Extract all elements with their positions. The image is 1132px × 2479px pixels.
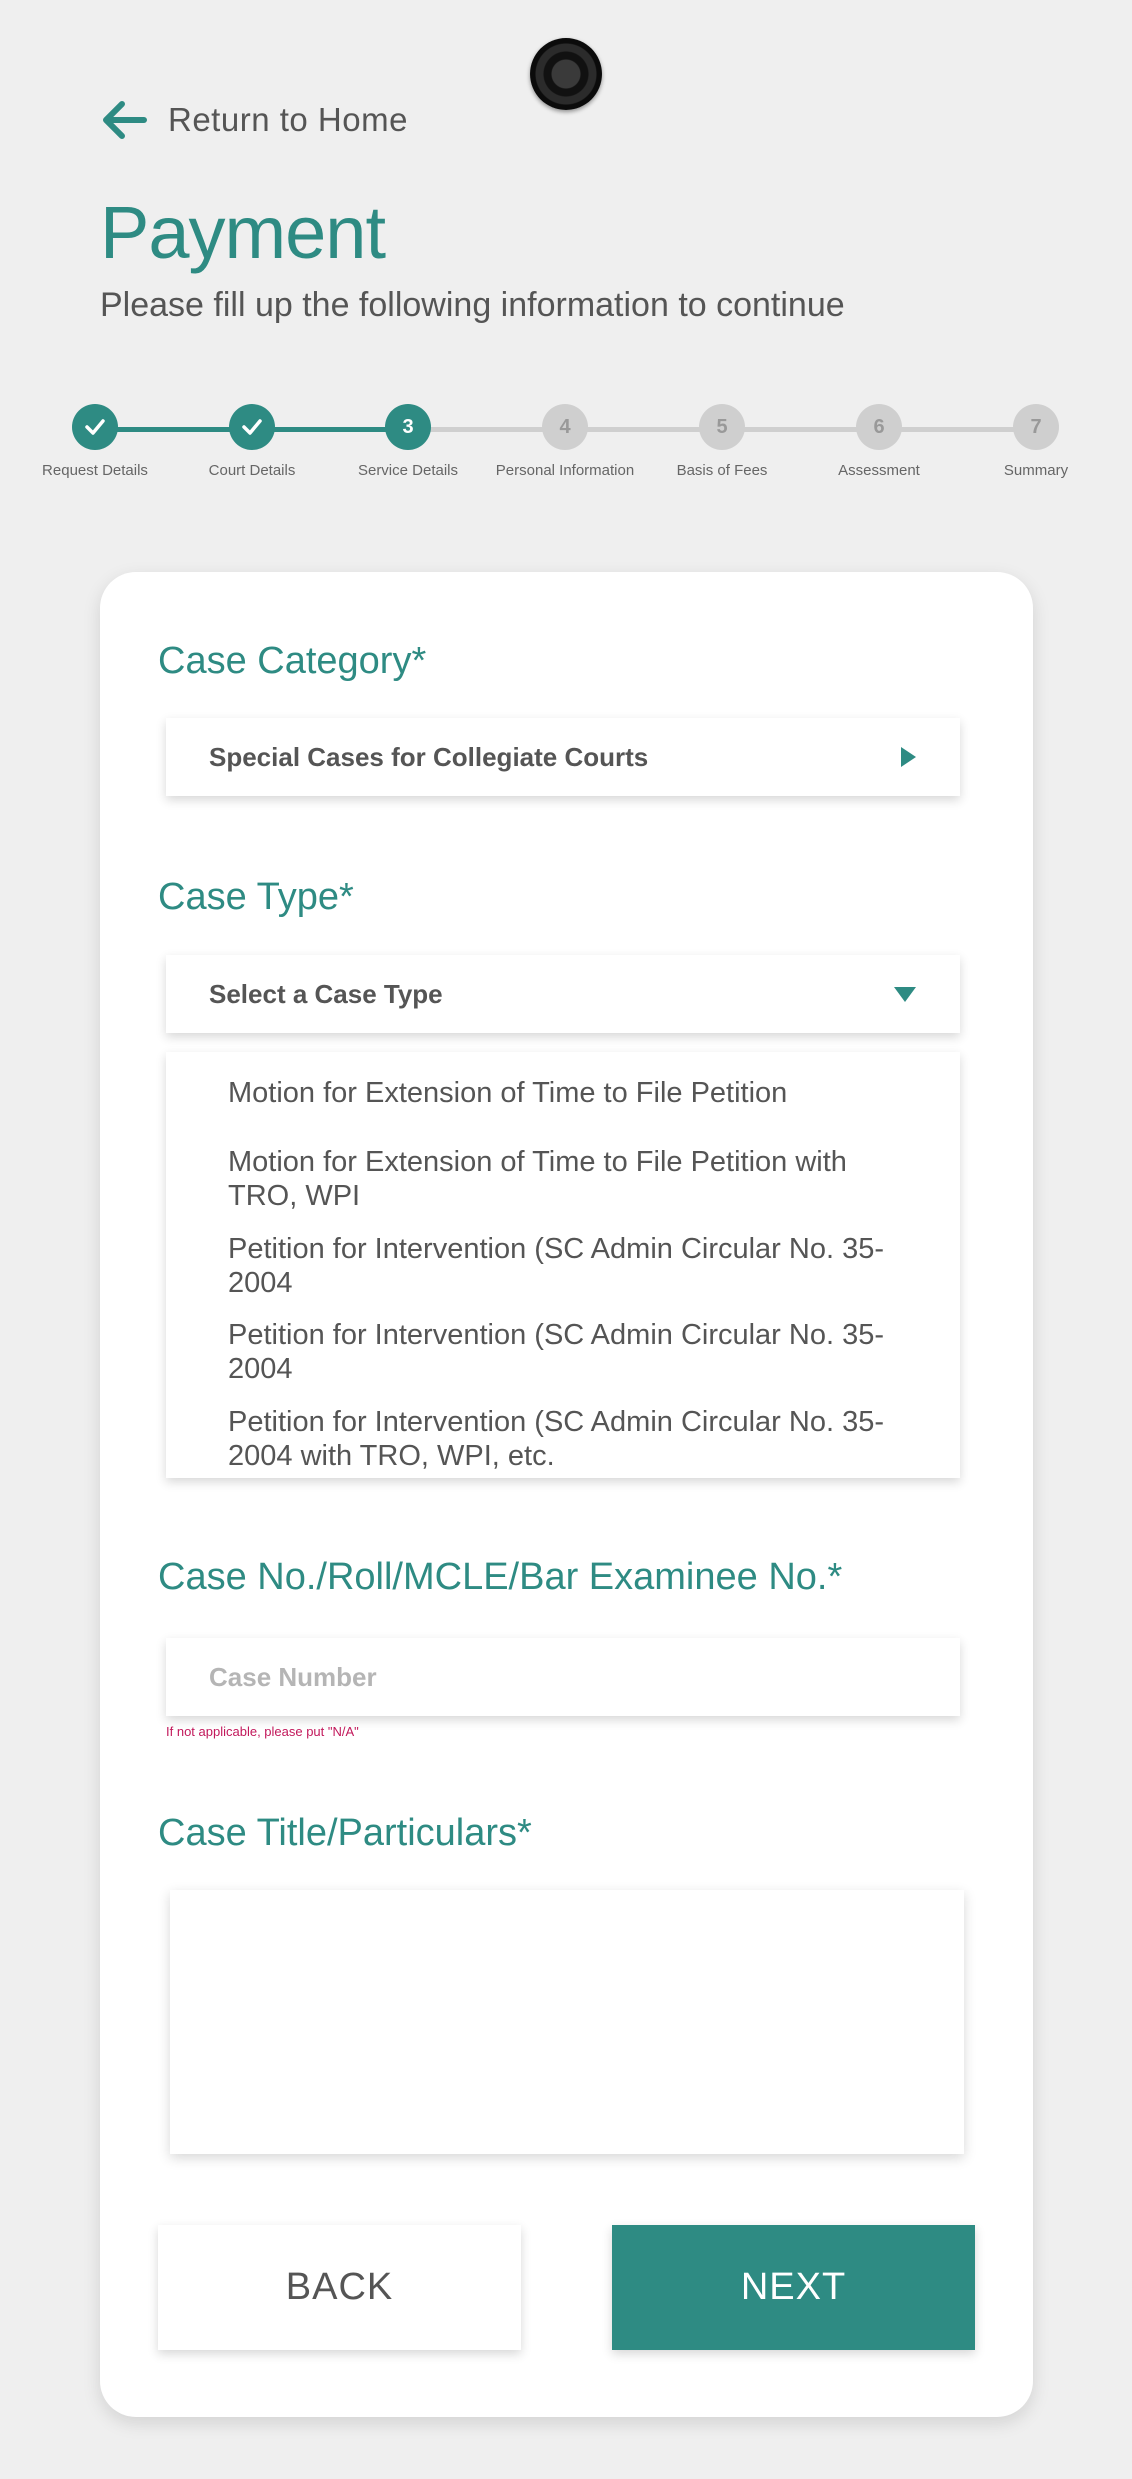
step-label: Service Details <box>357 462 459 479</box>
case-number-hint: If not applicable, please put "N/A" <box>166 1724 359 1739</box>
case-type-select[interactable]: Select a Case Type <box>166 955 960 1033</box>
step-number: 5 <box>699 404 745 450</box>
step-summary: 7 Summary <box>956 404 1116 479</box>
case-type-option[interactable]: Petition for Intervention (SC Admin Circ… <box>228 1405 918 1473</box>
case-category-label: Case Category* <box>158 640 427 682</box>
return-home-link[interactable]: Return to Home <box>100 96 408 144</box>
case-type-dropdown: Motion for Extension of Time to File Pet… <box>166 1052 960 1478</box>
step-assessment: 6 Assessment <box>799 404 959 479</box>
step-indicator <box>229 404 275 450</box>
step-number: 6 <box>856 404 902 450</box>
case-type-option[interactable]: Petition for Intervention (SC Admin Circ… <box>228 1232 918 1300</box>
case-type-option[interactable]: Motion for Extension of Time to File Pet… <box>228 1076 918 1110</box>
checkmark-icon <box>85 419 105 435</box>
checkmark-icon <box>242 419 262 435</box>
step-service-details: 3 Service Details <box>328 404 488 479</box>
case-type-option[interactable]: Petition for Intervention (SC Admin Circ… <box>228 1318 918 1386</box>
case-type-label: Case Type* <box>158 876 354 918</box>
step-label: Personal Information <box>495 462 635 479</box>
step-number: 3 <box>385 404 431 450</box>
step-label: Court Details <box>208 462 296 479</box>
progress-stepper: Request Details Court Details 3 Service … <box>0 400 1132 500</box>
caret-right-icon <box>901 747 916 767</box>
return-home-label: Return to Home <box>168 101 408 138</box>
next-button[interactable]: NEXT <box>612 2225 975 2350</box>
case-number-input[interactable] <box>166 1638 960 1716</box>
case-category-value: Special Cases for Collegiate Courts <box>209 741 649 772</box>
back-button[interactable]: BACK <box>158 2225 521 2350</box>
camera-lens <box>530 38 602 110</box>
step-label: Assessment <box>838 462 920 479</box>
case-category-select[interactable]: Special Cases for Collegiate Courts <box>166 718 960 796</box>
step-indicator <box>72 404 118 450</box>
case-type-value: Select a Case Type <box>209 978 443 1009</box>
step-number: 4 <box>542 404 588 450</box>
case-type-option[interactable]: Motion for Extension of Time to File Pet… <box>228 1145 918 1213</box>
step-label: Request Details <box>42 462 148 479</box>
caret-down-icon <box>894 986 916 1002</box>
step-basis-of-fees: 5 Basis of Fees <box>642 404 802 479</box>
case-number-label: Case No./Roll/MCLE/Bar Examinee No.* <box>158 1556 843 1598</box>
step-personal-information: 4 Personal Information <box>485 404 645 479</box>
arrow-left-icon <box>103 101 147 139</box>
step-number: 7 <box>1013 404 1059 450</box>
case-title-textarea[interactable] <box>170 1890 964 2154</box>
step-label: Summary <box>1003 462 1069 479</box>
case-title-label: Case Title/Particulars* <box>158 1812 532 1854</box>
form-card: Case Category* Special Cases for Collegi… <box>100 572 1033 2417</box>
page-subtitle: Please fill up the following information… <box>100 286 845 324</box>
step-request-details: Request Details <box>15 404 175 479</box>
page-title: Payment <box>100 191 386 274</box>
step-label: Basis of Fees <box>676 462 768 479</box>
step-court-details: Court Details <box>172 404 332 479</box>
